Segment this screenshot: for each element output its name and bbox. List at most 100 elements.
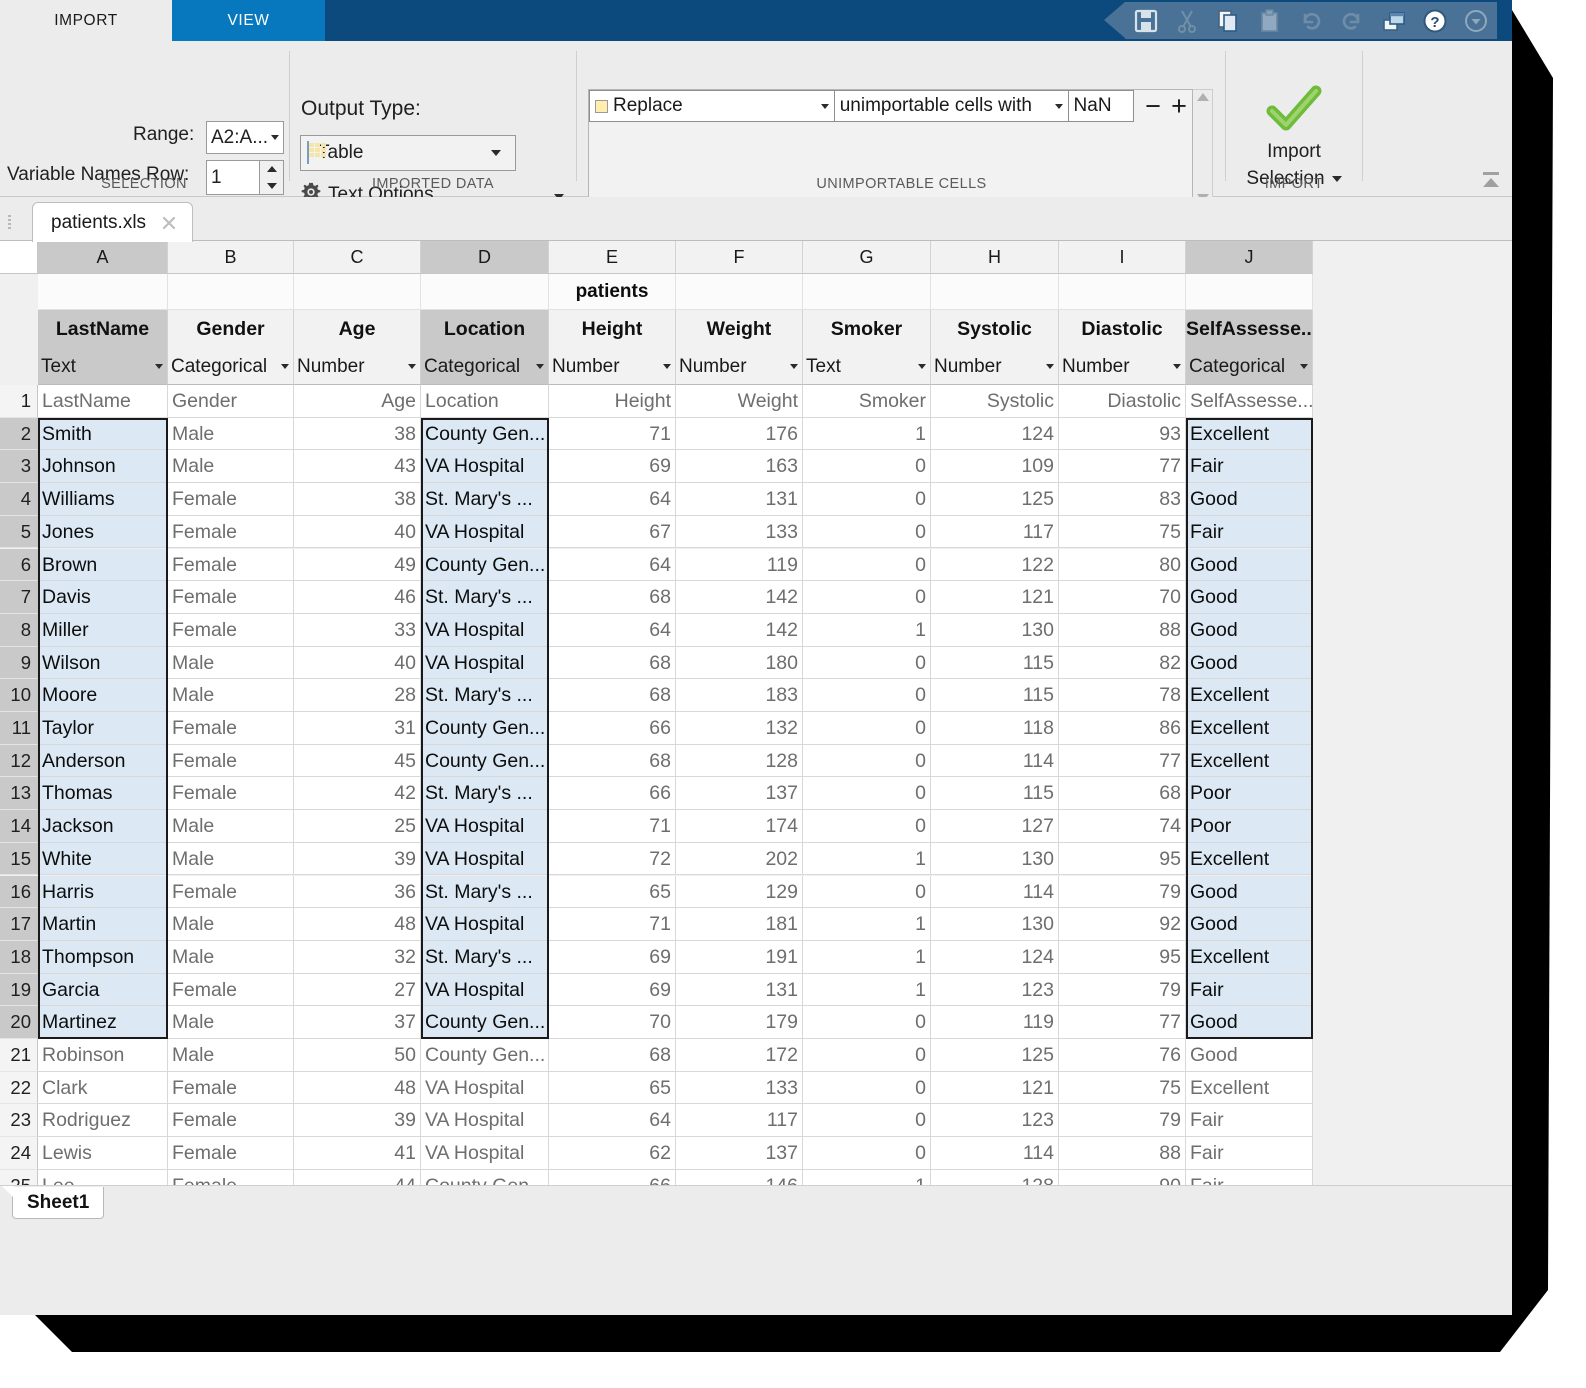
grid-cell-E23[interactable]: 64 bbox=[549, 1104, 676, 1137]
grid-cell-A22[interactable]: Clark bbox=[38, 1072, 168, 1105]
variable-name-F[interactable]: Weight bbox=[676, 310, 803, 349]
grid-cell-H17[interactable]: 130 bbox=[931, 908, 1059, 941]
file-tab-patients-xls[interactable]: patients.xls bbox=[32, 202, 193, 242]
variable-name-C[interactable]: Age bbox=[294, 310, 421, 349]
grid-cell-D4[interactable]: St. Mary's ... bbox=[421, 483, 549, 516]
row-header-21[interactable]: 21 bbox=[0, 1039, 38, 1072]
grid-cell-H14[interactable]: 127 bbox=[931, 810, 1059, 843]
variable-name-E[interactable]: Height bbox=[549, 310, 676, 349]
grid-cell-D14[interactable]: VA Hospital bbox=[421, 810, 549, 843]
grid-cell-C2[interactable]: 38 bbox=[294, 418, 421, 451]
customize-dropdown-icon[interactable] bbox=[1456, 2, 1497, 39]
grid-cell-B13[interactable]: Female bbox=[168, 777, 294, 810]
grid-cell-A16[interactable]: Harris bbox=[38, 876, 168, 909]
grid-cell-F6[interactable]: 119 bbox=[676, 549, 803, 582]
grid-cell-B5[interactable]: Female bbox=[168, 516, 294, 549]
row-header-2[interactable]: 2 bbox=[0, 418, 38, 451]
grid-cell-D9[interactable]: VA Hospital bbox=[421, 647, 549, 680]
grid-cell-B6[interactable]: Female bbox=[168, 549, 294, 582]
chevron-down-icon[interactable] bbox=[1173, 364, 1181, 369]
grid-cell-E10[interactable]: 68 bbox=[549, 679, 676, 712]
grid-cell-I23[interactable]: 79 bbox=[1059, 1104, 1186, 1137]
grid-cell-B7[interactable]: Female bbox=[168, 581, 294, 614]
rule-action-select[interactable]: Replace bbox=[589, 90, 835, 122]
grid-cell-H12[interactable]: 114 bbox=[931, 745, 1059, 778]
grid-cell-E4[interactable]: 64 bbox=[549, 483, 676, 516]
grid-cell-D11[interactable]: County Gen... bbox=[421, 712, 549, 745]
grid-cell-H2[interactable]: 124 bbox=[931, 418, 1059, 451]
grid-cell-D16[interactable]: St. Mary's ... bbox=[421, 876, 549, 909]
column-header-F[interactable]: F bbox=[676, 241, 803, 274]
grid-cell-J24[interactable]: Fair bbox=[1186, 1137, 1313, 1170]
grid-cell-E19[interactable]: 69 bbox=[549, 974, 676, 1007]
grid-cell-A23[interactable]: Rodriguez bbox=[38, 1104, 168, 1137]
grid-cell-D21[interactable]: County Gen... bbox=[421, 1039, 549, 1072]
grid-cell-E24[interactable]: 62 bbox=[549, 1137, 676, 1170]
grid-cell-F1[interactable]: Weight bbox=[676, 385, 803, 418]
grid-cell-H8[interactable]: 130 bbox=[931, 614, 1059, 647]
grid-cell-B16[interactable]: Female bbox=[168, 876, 294, 909]
grid-cell-D18[interactable]: St. Mary's ... bbox=[421, 941, 549, 974]
grid-cell-A2[interactable]: Smith bbox=[38, 418, 168, 451]
grid-cell-F12[interactable]: 128 bbox=[676, 745, 803, 778]
grid-cell-F15[interactable]: 202 bbox=[676, 843, 803, 876]
grid-cell-J5[interactable]: Fair bbox=[1186, 516, 1313, 549]
grid-cell-G24[interactable]: 0 bbox=[803, 1137, 931, 1170]
row-header-3[interactable]: 3 bbox=[0, 450, 38, 483]
grid-cell-C13[interactable]: 42 bbox=[294, 777, 421, 810]
grid-cell-F14[interactable]: 174 bbox=[676, 810, 803, 843]
row-header-11[interactable]: 11 bbox=[0, 712, 38, 745]
grid-cell-F11[interactable]: 132 bbox=[676, 712, 803, 745]
grid-cell-J3[interactable]: Fair bbox=[1186, 450, 1313, 483]
grid-cell-G11[interactable]: 0 bbox=[803, 712, 931, 745]
variable-type-F[interactable]: Number bbox=[676, 349, 803, 385]
chevron-down-icon[interactable] bbox=[155, 364, 163, 369]
grid-cell-H15[interactable]: 130 bbox=[931, 843, 1059, 876]
grid-cell-B12[interactable]: Female bbox=[168, 745, 294, 778]
grid-cell-E13[interactable]: 66 bbox=[549, 777, 676, 810]
grid-cell-C16[interactable]: 36 bbox=[294, 876, 421, 909]
variable-name-J[interactable]: SelfAssesse... bbox=[1186, 310, 1313, 349]
grid-cell-F21[interactable]: 172 bbox=[676, 1039, 803, 1072]
grid-cell-G19[interactable]: 1 bbox=[803, 974, 931, 1007]
grid-cell-A4[interactable]: Williams bbox=[38, 483, 168, 516]
variable-type-D[interactable]: Categorical bbox=[421, 349, 549, 385]
grid-cell-A10[interactable]: Moore bbox=[38, 679, 168, 712]
grid-cell-J4[interactable]: Good bbox=[1186, 483, 1313, 516]
grid-cell-F13[interactable]: 137 bbox=[676, 777, 803, 810]
grid-cell-G21[interactable]: 0 bbox=[803, 1039, 931, 1072]
grid-cell-B8[interactable]: Female bbox=[168, 614, 294, 647]
grid-cell-G5[interactable]: 0 bbox=[803, 516, 931, 549]
grid-cell-C20[interactable]: 37 bbox=[294, 1006, 421, 1039]
column-header-J[interactable]: J bbox=[1186, 241, 1313, 274]
row-header-7[interactable]: 7 bbox=[0, 581, 38, 614]
tab-view[interactable]: VIEW bbox=[172, 0, 325, 41]
grid-cell-A5[interactable]: Jones bbox=[38, 516, 168, 549]
grid-cell-I15[interactable]: 95 bbox=[1059, 843, 1186, 876]
grid-cell-G17[interactable]: 1 bbox=[803, 908, 931, 941]
grid-cell-F18[interactable]: 191 bbox=[676, 941, 803, 974]
grid-cell-I11[interactable]: 86 bbox=[1059, 712, 1186, 745]
grid-cell-B4[interactable]: Female bbox=[168, 483, 294, 516]
grid-cell-G9[interactable]: 0 bbox=[803, 647, 931, 680]
grid-cell-A1[interactable]: LastName bbox=[38, 385, 168, 418]
grid-cell-D13[interactable]: St. Mary's ... bbox=[421, 777, 549, 810]
grid-cell-D12[interactable]: County Gen... bbox=[421, 745, 549, 778]
grid-cell-A8[interactable]: Miller bbox=[38, 614, 168, 647]
grid-cell-E2[interactable]: 71 bbox=[549, 418, 676, 451]
grid-cell-J20[interactable]: Good bbox=[1186, 1006, 1313, 1039]
grid-cell-D3[interactable]: VA Hospital bbox=[421, 450, 549, 483]
copy-icon[interactable] bbox=[1208, 2, 1249, 39]
row-header-23[interactable]: 23 bbox=[0, 1104, 38, 1137]
grid-cell-B15[interactable]: Male bbox=[168, 843, 294, 876]
variable-type-J[interactable]: Categorical bbox=[1186, 349, 1313, 385]
grid-cell-B24[interactable]: Female bbox=[168, 1137, 294, 1170]
remove-rule-button[interactable]: − bbox=[1140, 91, 1166, 121]
grid-cell-F9[interactable]: 180 bbox=[676, 647, 803, 680]
grid-cell-E22[interactable]: 65 bbox=[549, 1072, 676, 1105]
range-input[interactable]: A2:A... bbox=[206, 121, 284, 154]
grid-cell-B11[interactable]: Female bbox=[168, 712, 294, 745]
grid-cell-H6[interactable]: 122 bbox=[931, 549, 1059, 582]
grid-cell-C11[interactable]: 31 bbox=[294, 712, 421, 745]
grid-cell-J18[interactable]: Excellent bbox=[1186, 941, 1313, 974]
